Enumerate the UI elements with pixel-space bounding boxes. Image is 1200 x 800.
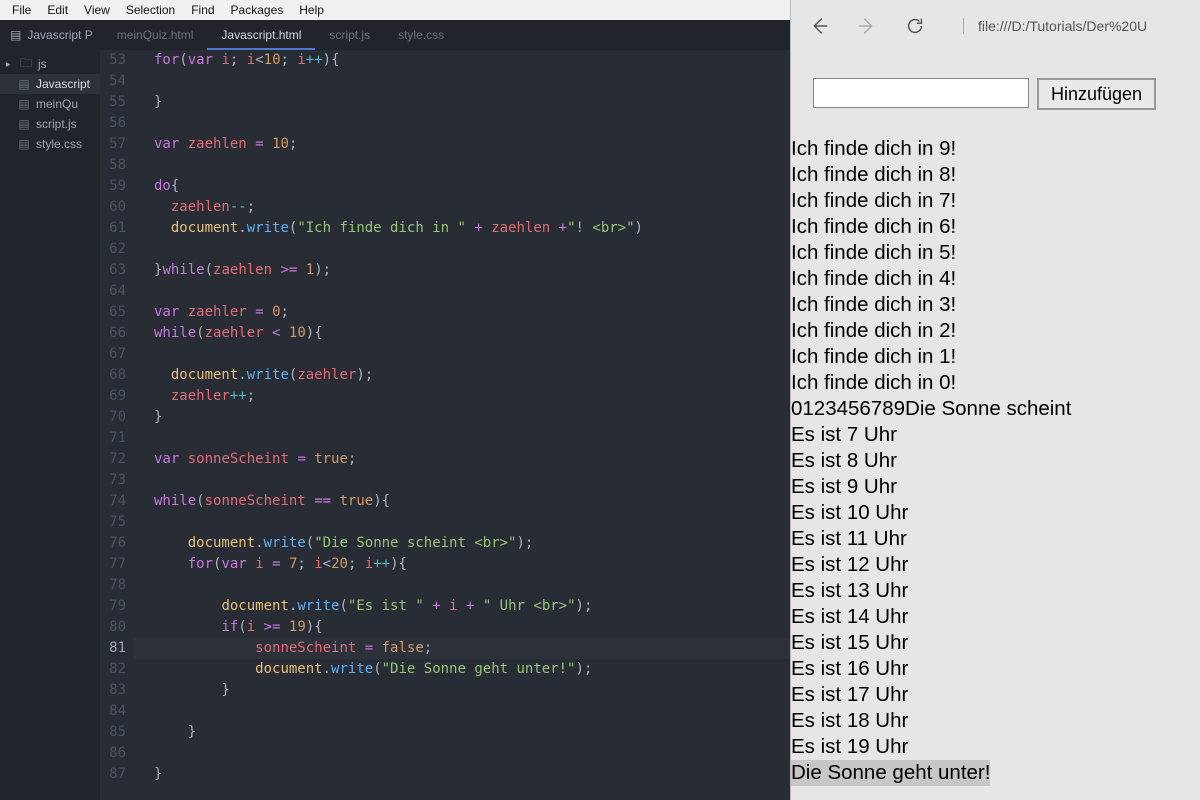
browser-page: Hinzufügen Ich finde dich in 9!Ich finde…	[791, 52, 1200, 800]
code-editor[interactable]: 5354555657585960616263646566676869707172…	[100, 50, 790, 800]
browser-toolbar: file:///D:/Tutorials/Der%20U	[791, 0, 1200, 52]
editor-body: ▸ 🗀 js ▤ Javascript ▤ meinQu ▤ script.js…	[0, 50, 790, 800]
reload-icon	[904, 15, 926, 37]
file-tree[interactable]: ▸ 🗀 js ▤ Javascript ▤ meinQu ▤ script.js…	[0, 50, 100, 800]
output-line: Ich finde dich in 2!	[791, 318, 1200, 344]
tree-file-scriptjs[interactable]: ▤ script.js	[0, 114, 100, 134]
output-line: Ich finde dich in 3!	[791, 292, 1200, 318]
menu-selection[interactable]: Selection	[118, 1, 183, 19]
tree-file-javascript[interactable]: ▤ Javascript	[0, 74, 100, 94]
output-line: Ich finde dich in 1!	[791, 344, 1200, 370]
tree-file-stylecss[interactable]: ▤ style.css	[0, 134, 100, 154]
file-icon: ▤	[18, 98, 30, 110]
tab-stylecss[interactable]: style.css	[384, 20, 458, 50]
output-line: Es ist 9 Uhr	[791, 474, 1200, 500]
project-label: Javascript P	[27, 28, 92, 42]
project-root[interactable]: ▤ Javascript P	[0, 20, 103, 50]
menu-view[interactable]: View	[76, 1, 118, 19]
forward-button[interactable]	[855, 14, 879, 38]
menubar: File Edit View Selection Find Packages H…	[0, 0, 790, 20]
line-gutter: 5354555657585960616263646566676869707172…	[100, 50, 134, 800]
output-line: Es ist 10 Uhr	[791, 500, 1200, 526]
tab-meinquiz[interactable]: meinQuiz.html	[103, 20, 208, 50]
output-line: Es ist 19 Uhr	[791, 734, 1200, 760]
reload-button[interactable]	[903, 14, 927, 38]
file-icon: ▤	[18, 118, 30, 130]
folder-icon: 🗀	[20, 58, 32, 70]
output-line: Es ist 13 Uhr	[791, 578, 1200, 604]
arrow-left-icon	[808, 15, 830, 37]
menu-edit[interactable]: Edit	[39, 1, 76, 19]
output-line: Es ist 8 Uhr	[791, 448, 1200, 474]
arrow-right-icon	[856, 15, 878, 37]
output-line: Es ist 12 Uhr	[791, 552, 1200, 578]
menu-packages[interactable]: Packages	[223, 1, 292, 19]
output-line: Ich finde dich in 9!	[791, 136, 1200, 162]
text-input[interactable]	[813, 78, 1029, 108]
file-icon: ▤	[18, 138, 30, 150]
output-line: Es ist 7 Uhr	[791, 422, 1200, 448]
output-line: Ich finde dich in 8!	[791, 162, 1200, 188]
output-line: Es ist 16 Uhr	[791, 656, 1200, 682]
output-line: 0123456789Die Sonne scheint	[791, 396, 1200, 422]
tab-javascript[interactable]: Javascript.html	[207, 20, 315, 50]
tab-bar: ▤ Javascript P meinQuiz.html Javascript.…	[0, 20, 790, 50]
page-output: Ich finde dich in 9!Ich finde dich in 8!…	[791, 136, 1200, 786]
output-line: Ich finde dich in 4!	[791, 266, 1200, 292]
editor-pane: File Edit View Selection Find Packages H…	[0, 0, 790, 800]
output-line: Es ist 15 Uhr	[791, 630, 1200, 656]
browser-pane: file:///D:/Tutorials/Der%20U Hinzufügen …	[790, 0, 1200, 800]
file-icon: ▤	[18, 78, 30, 90]
menu-help[interactable]: Help	[291, 1, 332, 19]
output-line: Ich finde dich in 5!	[791, 240, 1200, 266]
output-line: Ich finde dich in 0!	[791, 370, 1200, 396]
output-line: Ich finde dich in 7!	[791, 188, 1200, 214]
menu-file[interactable]: File	[4, 1, 39, 19]
menu-find[interactable]: Find	[183, 1, 222, 19]
add-button[interactable]: Hinzufügen	[1037, 78, 1156, 110]
output-line: Ich finde dich in 6!	[791, 214, 1200, 240]
output-line: Es ist 17 Uhr	[791, 682, 1200, 708]
output-line: Es ist 11 Uhr	[791, 526, 1200, 552]
code-content[interactable]: for(var i; i<10; i++){}var zaehlen = 10;…	[134, 50, 790, 800]
tree-folder-js[interactable]: ▸ 🗀 js	[0, 54, 100, 74]
chevron-right-icon: ▸	[6, 59, 14, 70]
back-button[interactable]	[807, 14, 831, 38]
output-line-selected: Die Sonne geht unter!	[791, 760, 990, 786]
form-row: Hinzufügen	[791, 78, 1200, 110]
output-line: Es ist 18 Uhr	[791, 708, 1200, 734]
output-line: Es ist 14 Uhr	[791, 604, 1200, 630]
file-icon: ▤	[10, 28, 21, 42]
address-bar[interactable]: file:///D:/Tutorials/Der%20U	[963, 18, 1192, 34]
tree-file-meinquiz[interactable]: ▤ meinQu	[0, 94, 100, 114]
tab-scriptjs[interactable]: script.js	[315, 20, 384, 50]
